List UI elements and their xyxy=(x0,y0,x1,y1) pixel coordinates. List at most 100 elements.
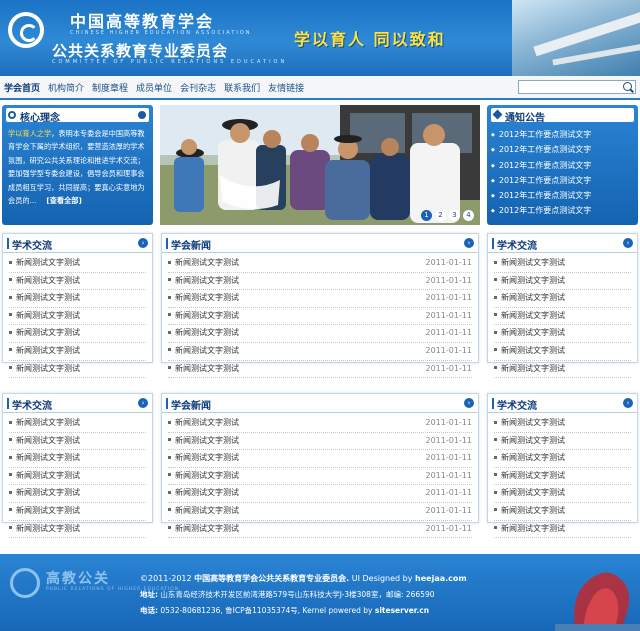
news-item[interactable]: 新闻测试文字测试 xyxy=(9,343,146,361)
footer-powered-link[interactable]: siteserver.cn xyxy=(375,606,429,615)
news-item[interactable]: 新闻测试文字测试 xyxy=(494,521,631,539)
news-item-title[interactable]: 新闻测试文字测试 xyxy=(501,311,565,320)
news-item[interactable]: 新闻测试文字测试 2011-01-11 xyxy=(168,290,472,308)
nav-item-links[interactable]: 友情链接 xyxy=(268,81,304,94)
news-item-title[interactable]: 新闻测试文字测试 xyxy=(16,364,80,373)
news-item[interactable]: 新闻测试文字测试 xyxy=(494,361,631,379)
news-item-title[interactable]: 新闻测试文字测试 xyxy=(16,328,80,337)
news-item-title[interactable]: 新闻测试文字测试 xyxy=(501,346,565,355)
news-item-title[interactable]: 新闻测试文字测试 xyxy=(175,418,239,427)
news-item[interactable]: 新闻测试文字测试 xyxy=(494,290,631,308)
more-arrow-icon[interactable]: › xyxy=(464,398,474,408)
news-item-title[interactable]: 新闻测试文字测试 xyxy=(501,418,565,427)
news-item-title[interactable]: 新闻测试文字测试 xyxy=(16,506,80,515)
news-item-title[interactable]: 新闻测试文字测试 xyxy=(16,436,80,445)
news-item-title[interactable]: 新闻测试文字测试 xyxy=(16,311,80,320)
photo-slider[interactable]: 1 2 3 4 xyxy=(160,105,480,225)
news-item-title[interactable]: 新闻测试文字测试 xyxy=(501,276,565,285)
news-item[interactable]: 新闻测试文字测试 2011-01-11 xyxy=(168,273,472,291)
news-item[interactable]: 新闻测试文字测试 xyxy=(494,468,631,486)
news-item-title[interactable]: 新闻测试文字测试 xyxy=(501,453,565,462)
news-item-title[interactable]: 新闻测试文字测试 xyxy=(501,524,565,533)
news-item[interactable]: 新闻测试文字测试 xyxy=(9,325,146,343)
news-item[interactable]: 新闻测试文字测试 xyxy=(494,415,631,433)
view-all-link[interactable]: [查看全部] xyxy=(46,196,81,205)
news-item[interactable]: 新闻测试文字测试 2011-01-11 xyxy=(168,255,472,273)
more-arrow-icon[interactable]: › xyxy=(138,238,148,248)
news-item-title[interactable]: 新闻测试文字测试 xyxy=(501,436,565,445)
nav-item-contact[interactable]: 联系我们 xyxy=(224,81,260,94)
news-item-title[interactable]: 新闻测试文字测试 xyxy=(175,364,239,373)
news-item-title[interactable]: 新闻测试文字测试 xyxy=(175,328,239,337)
notice-item[interactable]: 2012年工作要点测试文字 xyxy=(491,188,636,203)
notice-item[interactable]: 2012年工作要点测试文字 xyxy=(491,203,636,218)
news-item-title[interactable]: 新闻测试文字测试 xyxy=(175,453,239,462)
news-item[interactable]: 新闻测试文字测试 xyxy=(494,273,631,291)
nav-item-about[interactable]: 机构简介 xyxy=(48,81,84,94)
notice-item[interactable]: 2012年工作要点测试文字 xyxy=(491,158,636,173)
footer-designer-link[interactable]: heejaa.com xyxy=(415,574,467,583)
news-item-title[interactable]: 新闻测试文字测试 xyxy=(175,488,239,497)
more-arrow-icon[interactable]: › xyxy=(623,398,633,408)
slider-dot-4[interactable]: 4 xyxy=(463,210,474,221)
news-item-title[interactable]: 新闻测试文字测试 xyxy=(501,293,565,302)
news-item[interactable]: 新闻测试文字测试 xyxy=(9,290,146,308)
news-item[interactable]: 新闻测试文字测试 xyxy=(9,521,146,539)
news-item[interactable]: 新闻测试文字测试 xyxy=(9,468,146,486)
news-item[interactable]: 新闻测试文字测试 xyxy=(9,415,146,433)
nav-item-home[interactable]: 学会首页 xyxy=(4,81,40,94)
news-item[interactable]: 新闻测试文字测试 xyxy=(9,273,146,291)
news-item[interactable]: 新闻测试文字测试 2011-01-11 xyxy=(168,468,472,486)
search-icon[interactable] xyxy=(623,82,632,91)
news-item-title[interactable]: 新闻测试文字测试 xyxy=(16,418,80,427)
news-item-title[interactable]: 新闻测试文字测试 xyxy=(16,346,80,355)
news-item[interactable]: 新闻测试文字测试 xyxy=(9,450,146,468)
news-item[interactable]: 新闻测试文字测试 xyxy=(494,308,631,326)
news-item[interactable]: 新闻测试文字测试 2011-01-11 xyxy=(168,450,472,468)
news-item[interactable]: 新闻测试文字测试 xyxy=(494,433,631,451)
news-item-title[interactable]: 新闻测试文字测试 xyxy=(175,506,239,515)
news-item[interactable]: 新闻测试文字测试 2011-01-11 xyxy=(168,485,472,503)
notice-item[interactable]: 2012年工作要点测试文字 xyxy=(491,127,636,142)
news-item[interactable]: 新闻测试文字测试 2011-01-11 xyxy=(168,415,472,433)
news-item-title[interactable]: 新闻测试文字测试 xyxy=(175,276,239,285)
news-item[interactable]: 新闻测试文字测试 xyxy=(9,361,146,379)
news-item[interactable]: 新闻测试文字测试 xyxy=(494,485,631,503)
news-item-title[interactable]: 新闻测试文字测试 xyxy=(175,311,239,320)
news-item-title[interactable]: 新闻测试文字测试 xyxy=(501,328,565,337)
nav-item-rules[interactable]: 制度章程 xyxy=(92,81,128,94)
nav-item-journal[interactable]: 会刊杂志 xyxy=(180,81,216,94)
chevron-right-icon[interactable] xyxy=(138,111,146,119)
news-item-title[interactable]: 新闻测试文字测试 xyxy=(175,471,239,480)
news-item[interactable]: 新闻测试文字测试 xyxy=(9,308,146,326)
news-item-title[interactable]: 新闻测试文字测试 xyxy=(16,471,80,480)
search-input[interactable] xyxy=(518,80,636,94)
more-arrow-icon[interactable]: › xyxy=(623,238,633,248)
news-item[interactable]: 新闻测试文字测试 xyxy=(9,503,146,521)
news-item[interactable]: 新闻测试文字测试 xyxy=(494,343,631,361)
news-item[interactable]: 新闻测试文字测试 xyxy=(9,255,146,273)
news-item-title[interactable]: 新闻测试文字测试 xyxy=(501,258,565,267)
more-arrow-icon[interactable]: › xyxy=(464,238,474,248)
news-item-title[interactable]: 新闻测试文字测试 xyxy=(175,258,239,267)
news-item[interactable]: 新闻测试文字测试 2011-01-11 xyxy=(168,361,472,379)
notice-item[interactable]: 2012年工作要点测试文字 xyxy=(491,142,636,157)
news-item-title[interactable]: 新闻测试文字测试 xyxy=(175,436,239,445)
news-item[interactable]: 新闻测试文字测试 xyxy=(494,325,631,343)
news-item-title[interactable]: 新闻测试文字测试 xyxy=(501,506,565,515)
news-item[interactable]: 新闻测试文字测试 xyxy=(494,450,631,468)
slider-dot-3[interactable]: 3 xyxy=(449,210,460,221)
news-item[interactable]: 新闻测试文字测试 xyxy=(494,255,631,273)
news-item-title[interactable]: 新闻测试文字测试 xyxy=(16,488,80,497)
news-item-title[interactable]: 新闻测试文字测试 xyxy=(501,364,565,373)
news-item-title[interactable]: 新闻测试文字测试 xyxy=(501,488,565,497)
news-item[interactable]: 新闻测试文字测试 xyxy=(494,503,631,521)
slider-dot-2[interactable]: 2 xyxy=(435,210,446,221)
news-item[interactable]: 新闻测试文字测试 2011-01-11 xyxy=(168,343,472,361)
notice-item[interactable]: 2012年工作要点测试文字 xyxy=(491,173,636,188)
news-item[interactable]: 新闻测试文字测试 xyxy=(9,433,146,451)
news-item[interactable]: 新闻测试文字测试 2011-01-11 xyxy=(168,325,472,343)
news-item[interactable]: 新闻测试文字测试 2011-01-11 xyxy=(168,308,472,326)
news-item[interactable]: 新闻测试文字测试 xyxy=(9,485,146,503)
news-item[interactable]: 新闻测试文字测试 2011-01-11 xyxy=(168,433,472,451)
